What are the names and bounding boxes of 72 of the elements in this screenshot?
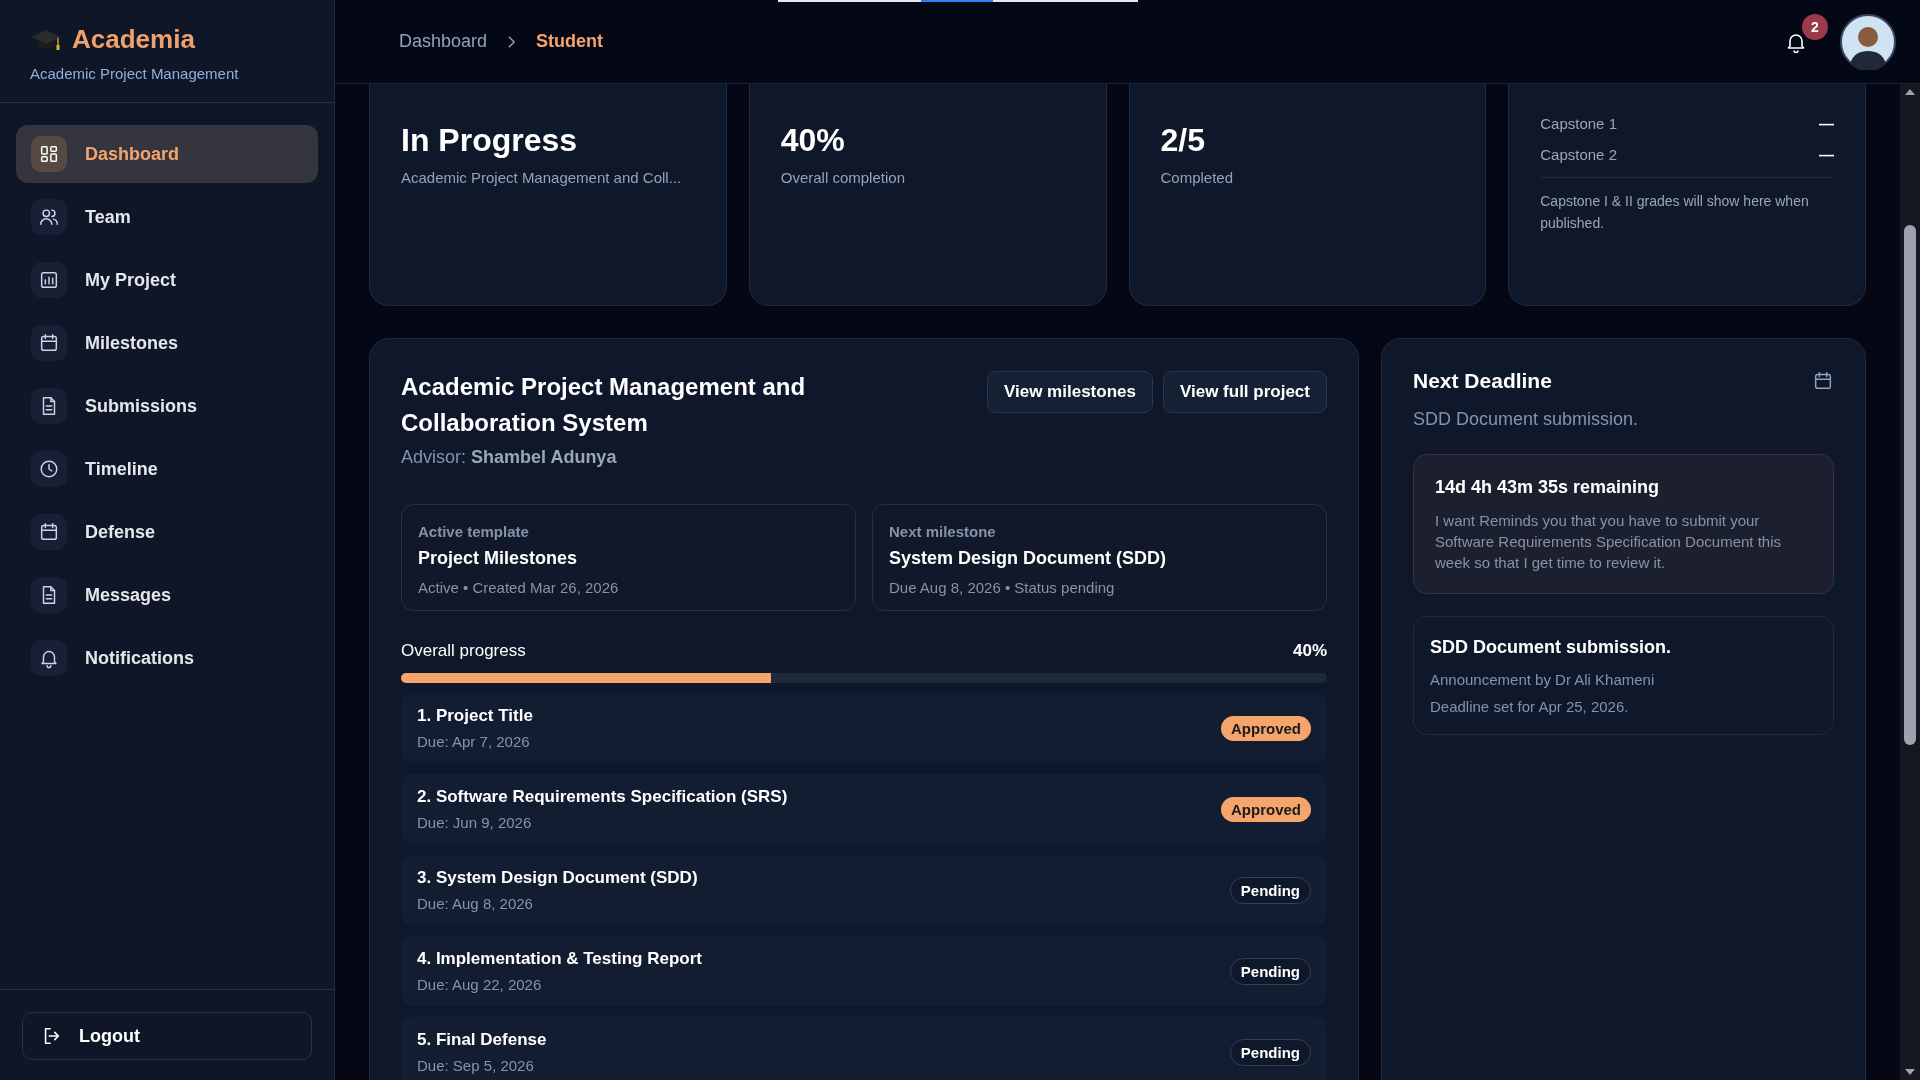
milestone-due: Due: Jun 9, 2026	[417, 814, 533, 831]
status-badge: Pending	[1229, 1038, 1311, 1066]
avatar[interactable]	[1840, 13, 1896, 70]
stat-caption: Completed	[1160, 169, 1235, 186]
chevron-icon	[507, 34, 517, 49]
milestone-title: 4. Implementation & Testing Report	[417, 949, 702, 969]
info-title: System Design Document (SDD)	[889, 548, 1168, 569]
info-label: Next milestone	[889, 523, 997, 540]
project-title: Academic Project Management and Collaboration System	[401, 372, 807, 438]
milestone-due: Due: Aug 8, 2026	[417, 895, 534, 912]
status-badge: Approved	[1221, 796, 1311, 822]
nav-item[interactable]: Milestones	[16, 314, 318, 372]
info-meta: Due Aug 8, 2026 • Status pending	[889, 579, 1116, 596]
advisor-text: Advisor: Shambel Adunya	[401, 447, 618, 468]
stat-caption: Academic Project Management and Coll...	[401, 169, 683, 186]
status-badge: Approved	[1221, 715, 1311, 741]
grade-label: Capstone 1	[1540, 115, 1617, 132]
scrollbar[interactable]	[1900, 84, 1920, 1080]
nav-item[interactable]: Team	[16, 188, 318, 246]
milestone-title: 1. Project Title	[417, 706, 533, 726]
scroll-up-arrow-icon[interactable]	[1905, 89, 1915, 95]
info-meta: Active • Created Mar 26, 2026	[418, 579, 620, 596]
milestone-title: 2. Software Requirements Specification (SRS)	[417, 787, 788, 807]
info-label: Active template	[418, 523, 530, 540]
logout-button[interactable]: Logout	[22, 1012, 312, 1060]
grade-value: —	[1819, 146, 1834, 163]
project-action-button[interactable]: View milestones	[986, 371, 1153, 413]
grade-value: —	[1819, 115, 1834, 132]
milestone-title: 3. System Design Document (SDD)	[417, 868, 698, 888]
stat-value: In Progress	[401, 122, 579, 159]
calendar-icon	[38, 332, 60, 354]
stat-caption: Overall completion	[780, 169, 906, 186]
chart-icon	[38, 269, 60, 291]
nav-item[interactable]: Notifications	[16, 629, 318, 687]
nav-item[interactable]: Dashboard	[16, 125, 318, 183]
calendar-icon	[38, 521, 60, 543]
milestone-due: Due: Aug 22, 2026	[417, 976, 543, 993]
stat-value: 2/5	[1160, 122, 1206, 159]
project-action-button[interactable]: View full project	[1162, 371, 1327, 413]
calendar-icon	[1812, 370, 1834, 392]
progress-reading: 40%	[1292, 641, 1327, 661]
breadcrumb-link[interactable]: Dashboard	[399, 31, 488, 52]
nav-item[interactable]: Messages	[16, 566, 318, 624]
people-icon	[38, 206, 60, 228]
clock-icon	[38, 458, 60, 480]
grade-label: Capstone 2	[1540, 146, 1617, 163]
grades-note: Capstone I & II grades will show here when published.	[1540, 192, 1810, 233]
nav-item[interactable]: Submissions	[16, 377, 318, 435]
announcement-author: Announcement by Dr Ali Khameni	[1430, 670, 1656, 690]
nav-item[interactable]: Defense	[16, 503, 318, 561]
announcement-date: Deadline set for Apr 25, 2026.	[1430, 697, 1630, 717]
milestone-title: 5. Final Defense	[417, 1030, 547, 1050]
deadline-title: Next Deadline	[1413, 369, 1552, 393]
status-badge: Pending	[1229, 876, 1311, 904]
info-title: Project Milestones	[418, 548, 579, 569]
status-badge: Pending	[1229, 957, 1311, 985]
brand-subtitle: Academic Project Management	[30, 65, 240, 82]
nav-item[interactable]: Timeline	[16, 440, 318, 498]
notification-count: 2	[1802, 13, 1828, 40]
stat-value: 40%	[780, 122, 846, 159]
announcement-title: SDD Document submission.	[1430, 637, 1673, 658]
nav-item[interactable]: My Project	[16, 251, 318, 309]
milestone-due: Due: Sep 5, 2026	[417, 1057, 535, 1074]
countdown-text: 14d 4h 43m 35s remaining	[1435, 477, 1661, 498]
progress-label: Overall progress	[401, 641, 526, 661]
breadcrumb-link[interactable]: Student	[536, 31, 604, 52]
grid-icon	[38, 143, 60, 165]
brand-name: Academia	[72, 24, 195, 55]
deadline-subtitle: SDD Document submission.	[1413, 409, 1640, 430]
scroll-down-arrow-icon[interactable]	[1905, 1069, 1915, 1075]
reminder-text: I want Reminds you that you have to submit your Software Requirements Specification Document this week so that I get time to review it.	[1435, 511, 1782, 573]
milestone-due: Due: Apr 7, 2026	[417, 733, 531, 750]
